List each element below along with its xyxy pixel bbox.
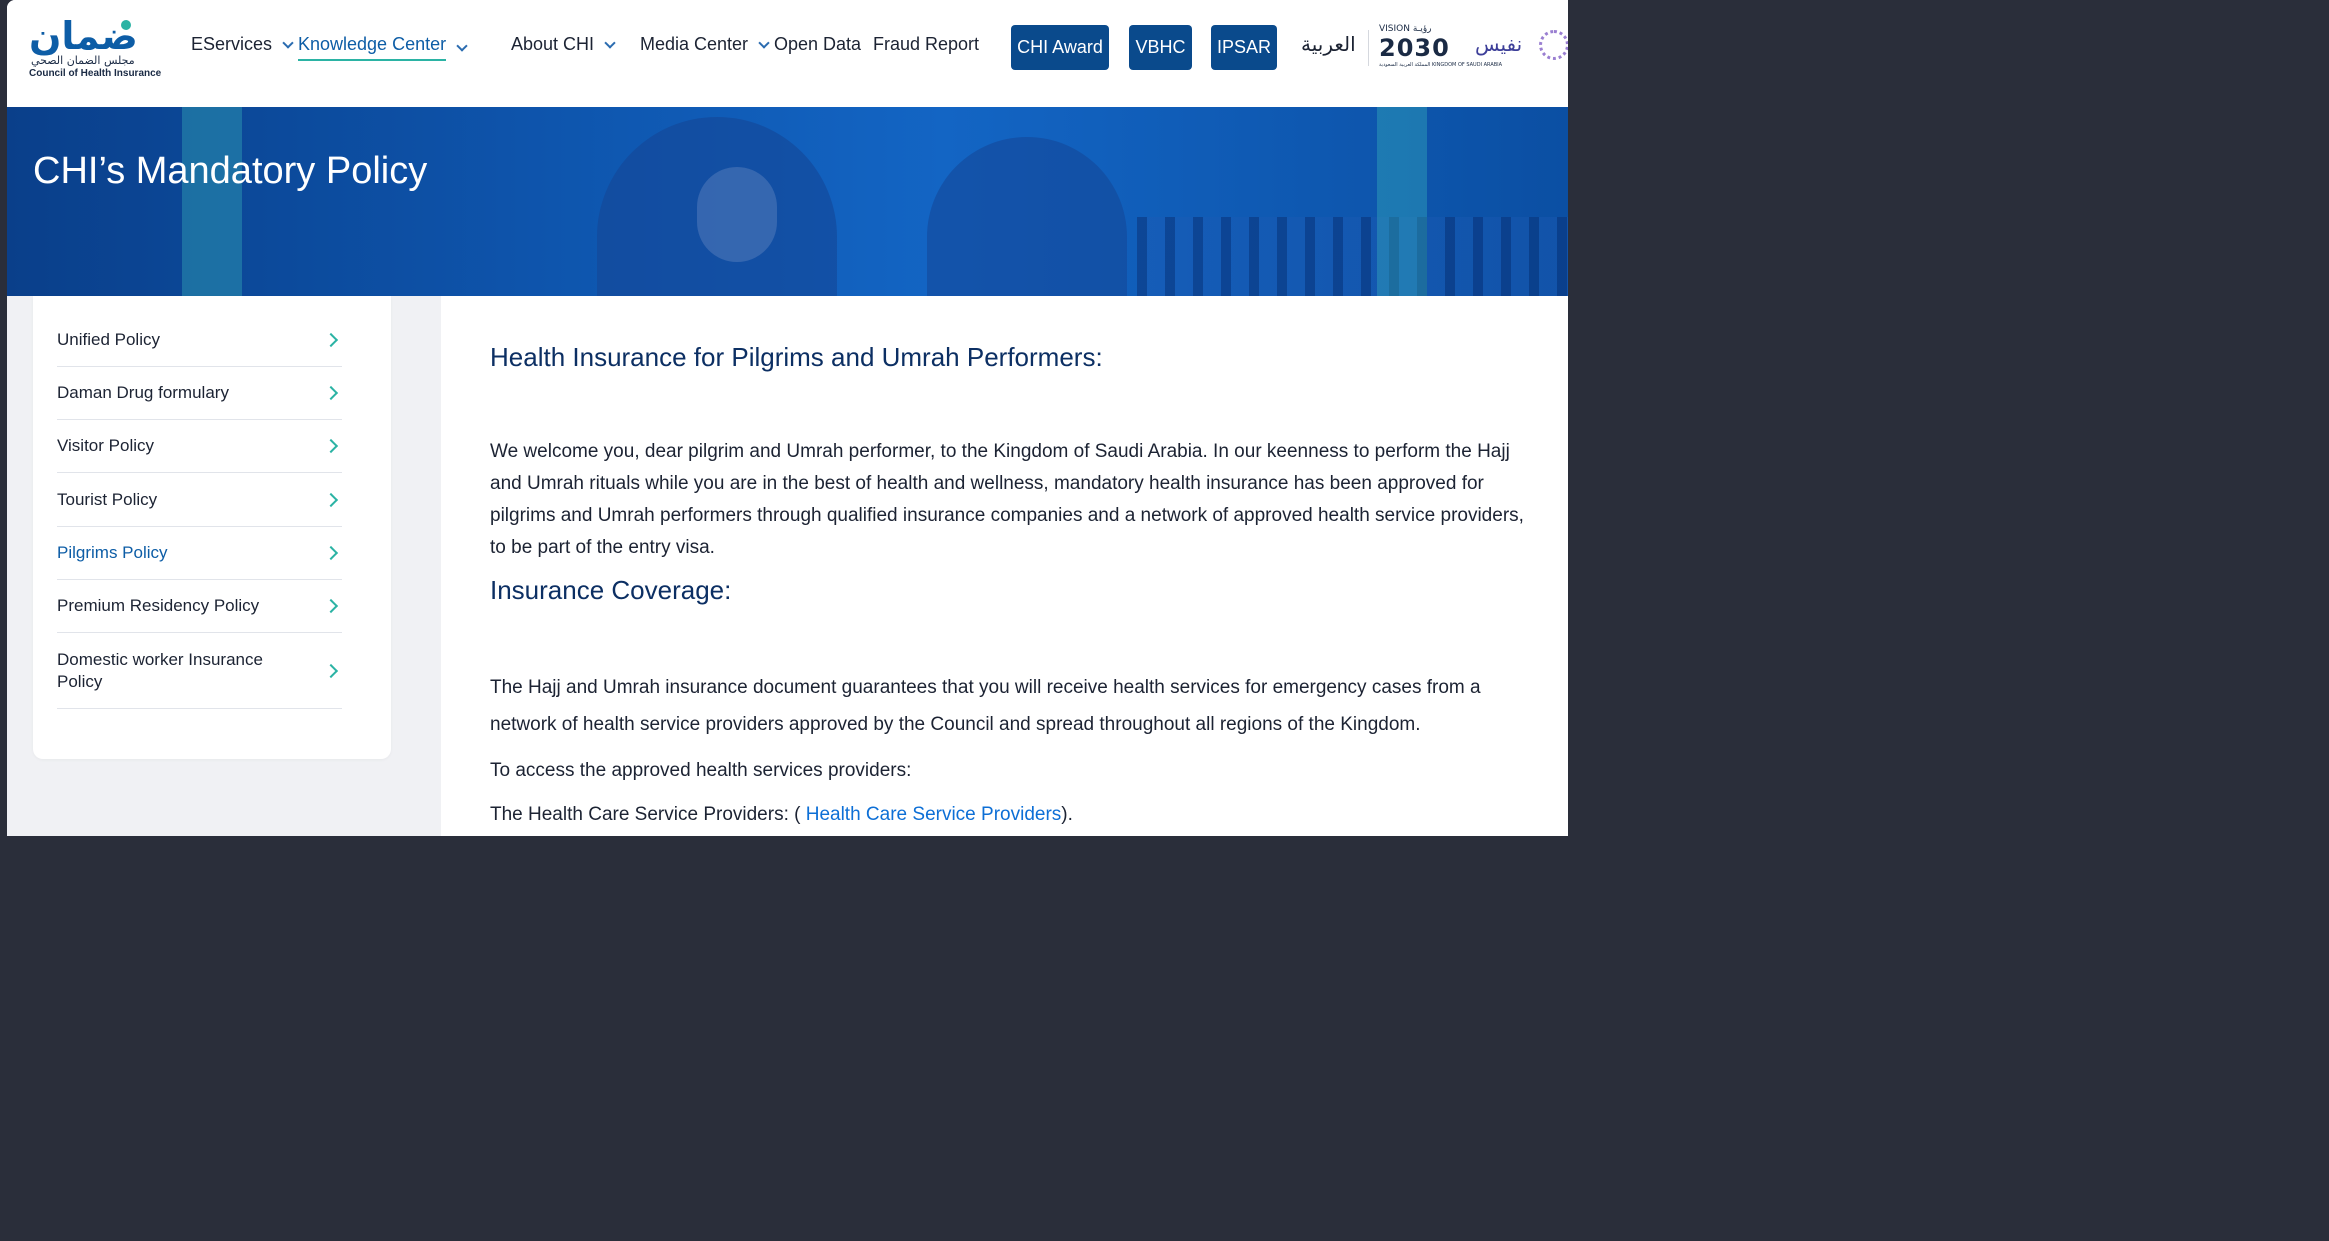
intro-paragraph: We welcome you, dear pilgrim and Umrah p…: [490, 441, 1524, 558]
chevron-right-icon: [323, 598, 339, 614]
chi-logo[interactable]: ضمان مجلس الضمان الصحي Council of Health…: [27, 14, 161, 84]
hero-decor-arc: [182, 107, 242, 296]
nav-media-center[interactable]: Media Center: [640, 34, 770, 55]
providers-suffix: ).: [1061, 804, 1073, 825]
nav-open-data[interactable]: Open Data: [774, 34, 861, 55]
nav-knowledge-center[interactable]: Knowledge Center: [298, 34, 468, 61]
nav-fraud-report-label: Fraud Report: [873, 34, 980, 54]
sidebar-item-premium-residency-policy[interactable]: Premium Residency Policy: [57, 580, 342, 633]
main-content: Health Insurance for Pilgrims and Umrah …: [441, 296, 1568, 836]
vbhc-button[interactable]: VBHC: [1129, 25, 1192, 70]
policy-sidebar: Unified Policy Daman Drug formulary Visi…: [33, 296, 391, 759]
site-header: ضمان مجلس الضمان الصحي Council of Health…: [7, 0, 1568, 107]
nav-knowledge-center-label: Knowledge Center: [298, 34, 447, 61]
sidebar-item-label: Visitor Policy: [57, 436, 154, 455]
hero-banner: CHI’s Mandatory Policy: [7, 107, 1568, 296]
hero-photo-face: [697, 167, 777, 262]
nav-fraud-report[interactable]: Fraud Report: [873, 34, 979, 55]
hero-photo-background: [1137, 217, 1568, 296]
chevron-right-icon: [323, 545, 339, 561]
language-switch-link[interactable]: العربية: [1301, 32, 1356, 56]
sidebar-item-label: Pilgrims Policy: [57, 543, 168, 562]
nafees-ring-icon: [1539, 30, 1568, 60]
chevron-down-icon: [604, 36, 616, 49]
sidebar-item-visitor-policy[interactable]: Visitor Policy: [57, 420, 342, 473]
page-title: CHI’s Mandatory Policy: [33, 150, 428, 192]
vision-2030-label: VISION رؤيـة: [1379, 24, 1432, 34]
sidebar-item-label: Unified Policy: [57, 329, 160, 349]
chevron-down-icon: [758, 36, 770, 49]
hero-photo-figure: [927, 137, 1127, 296]
nav-eservices-label: EServices: [191, 34, 273, 54]
sidebar-item-label: Premium Residency Policy: [57, 596, 260, 615]
health-care-providers-link[interactable]: Health Care Service Providers: [806, 804, 1062, 825]
providers-line: The Health Care Service Providers: ( Hea…: [490, 802, 1530, 828]
sidebar-item-label: Domestic worker Insurance Policy: [57, 649, 263, 691]
chevron-right-icon: [323, 663, 339, 678]
section-heading-insurance-coverage: Insurance Coverage:: [490, 575, 732, 605]
nav-eservices[interactable]: EServices: [191, 34, 294, 55]
chevron-right-icon: [323, 332, 339, 347]
chevron-down-icon: [282, 36, 294, 49]
nav-media-center-label: Media Center: [640, 34, 749, 54]
sidebar-item-unified-policy[interactable]: Unified Policy: [57, 313, 342, 367]
chevron-right-icon: [323, 385, 339, 401]
logo-arabic-name: مجلس الضمان الصحي: [31, 54, 135, 67]
nav-about-chi-label: About CHI: [511, 34, 595, 54]
coverage-paragraph: The Hajj and Umrah insurance document gu…: [490, 677, 1481, 735]
sidebar-item-label: Daman Drug formulary: [57, 383, 229, 402]
section-heading-health-insurance: Health Insurance for Pilgrims and Umrah …: [490, 342, 1103, 372]
nav-about-chi[interactable]: About CHI: [511, 34, 616, 55]
vision-2030-subtitle: المملكة العربية السعودية KINGDOM OF SAUD…: [1379, 62, 1503, 68]
header-divider: [1368, 30, 1369, 66]
logo-english-name: Council of Health Insurance: [29, 68, 162, 79]
ipsar-button[interactable]: IPSAR: [1211, 25, 1277, 70]
hero-decor-arc: [1377, 107, 1427, 296]
chi-award-button[interactable]: CHI Award: [1011, 25, 1109, 70]
providers-prefix: The Health Care Service Providers: (: [490, 804, 806, 825]
sidebar-item-daman-drug-formulary[interactable]: Daman Drug formulary: [57, 367, 342, 420]
chevron-right-icon: [323, 492, 339, 507]
logo-dot-icon: [121, 20, 131, 30]
chevron-right-icon: [323, 438, 339, 454]
sidebar-item-label: Tourist Policy: [57, 489, 158, 509]
vision-2030-number: 2030: [1379, 34, 1450, 62]
vision-2030-logo: VISION رؤيـة 2030 المملكة العربية السعود…: [1379, 24, 1502, 74]
nav-open-data-label: Open Data: [774, 34, 862, 54]
chevron-down-icon: [456, 39, 468, 52]
providers-access-text: To access the approved health services p…: [490, 760, 912, 781]
sidebar-item-pilgrims-policy[interactable]: Pilgrims Policy: [57, 527, 342, 580]
browser-page: ضمان مجلس الضمان الصحي Council of Health…: [7, 0, 1568, 836]
nafees-logo-text[interactable]: نفيس: [1475, 32, 1522, 56]
sidebar-item-domestic-worker-insurance-policy[interactable]: Domestic worker Insurance Policy: [57, 633, 342, 709]
sidebar-item-tourist-policy[interactable]: Tourist Policy: [57, 473, 342, 527]
